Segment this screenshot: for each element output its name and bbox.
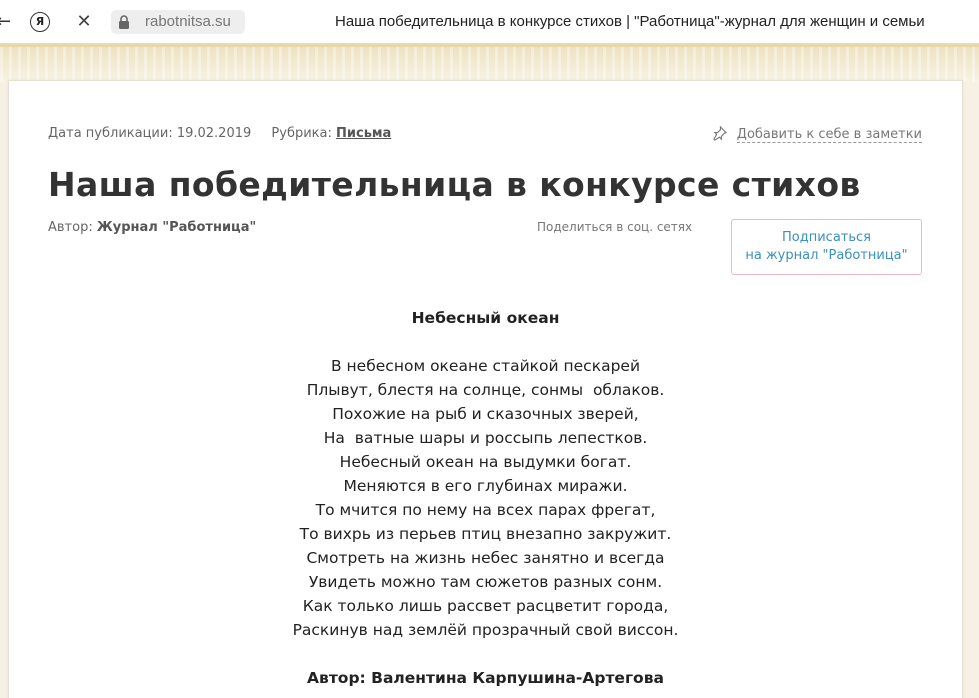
add-to-notes-label: Добавить к себе в заметки [736,127,922,143]
subscribe-line-1: Подписаться [782,230,871,245]
poem-line: Небесный океан на выдумки богат. [339,453,632,471]
add-to-notes-link[interactable]: Добавить к себе в заметки [712,126,922,143]
subscribe-line-2: на журнал "Работница" [745,248,908,263]
poem-line: То вихрь из перьев птиц внезапно закружи… [299,525,672,543]
share-social-label: Поделиться в соц. сетях [537,220,693,234]
poem-line: Смотреть на жизнь небес занятно и всегда [306,549,665,567]
address-url: rabotnitsa.su [145,13,231,30]
poem-line: Раскинув над землёй прозрачный свой висс… [292,621,679,639]
browser-toolbar: ← Я ✕ rabotnitsa.su Наша победительница … [0,0,979,44]
address-bar[interactable]: rabotnitsa.su [111,10,245,34]
poem-line: Меняются в его глубинах миражи. [343,477,628,495]
article-author: Автор: Журнал "Работница" [48,220,256,235]
decorative-header-band [0,44,979,82]
page-title: Наша победительница в конкурсе стихов [48,165,861,204]
publication-date: Дата публикации: 19.02.2019 [48,126,252,141]
back-icon[interactable]: ← [0,10,11,34]
page-tab-title: Наша победительница в конкурсе стихов | … [335,13,925,30]
rubric-link[interactable]: Письма [336,126,391,141]
author-name: Журнал "Работница" [96,220,257,235]
subscribe-button[interactable]: Подписаться на журнал "Работница" [731,219,922,275]
author-label: Автор: [48,220,93,235]
article-card: Дата публикации: 19.02.2019 Рубрика: Пис… [8,80,963,698]
poem-line: На ватные шары и россыпь лепестков. [323,429,648,447]
poem-line: Как только лишь рассвет расцветит города… [302,597,669,615]
poem-line: В небесном океане стайкой пескарей [330,357,641,375]
poem-line: То мчится по нему на всех парах фрегат, [315,501,656,519]
article-meta: Дата публикации: 19.02.2019 Рубрика: Пис… [48,126,391,141]
poem-line: Похожие на рыб и сказочных зверей, [332,405,639,423]
poem-author: Автор: Валентина Карпушина-Артегова [307,669,664,687]
lock-icon [119,15,129,29]
rubric-label: Рубрика: [271,126,332,141]
close-icon[interactable]: ✕ [75,10,93,34]
pin-icon [712,126,727,141]
poem-title: Небесный океан [411,309,560,327]
poem-body: Небесный океан В небесном океане стайкой… [9,306,962,690]
poem-line: Плывут, блестя на солнце, сонмы облаков. [306,381,665,399]
yandex-icon[interactable]: Я [30,12,50,32]
poem-line: Увидеть можно там сюжетов разных сонм. [308,573,663,591]
